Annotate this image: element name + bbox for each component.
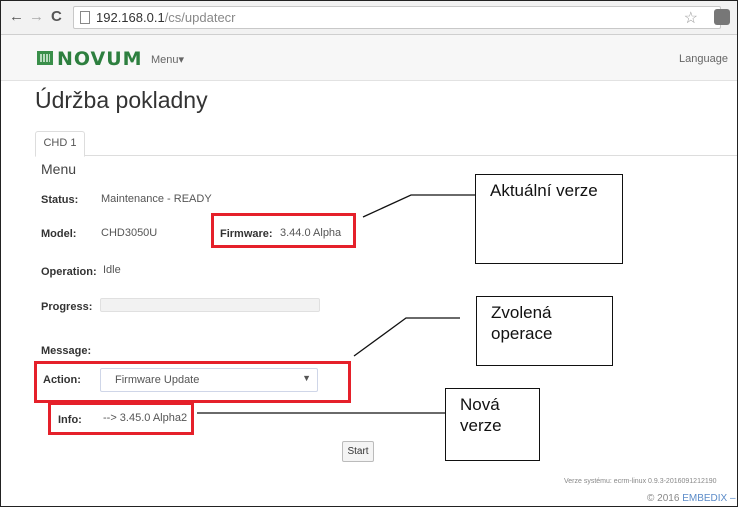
copyright-prefix: © 2016 bbox=[647, 493, 680, 504]
progress-bar bbox=[100, 298, 320, 312]
embedix-link[interactable]: EMBEDIX – bbox=[682, 493, 735, 504]
address-bar[interactable]: 192.168.0.1/cs/updatecr ☆ bbox=[73, 6, 721, 29]
callout-new-version: Nová verze bbox=[445, 388, 540, 461]
status-value: Maintenance - READY bbox=[101, 193, 212, 205]
callout-line-action bbox=[353, 317, 460, 357]
forward-arrow-icon[interactable]: → bbox=[29, 8, 44, 26]
device-tabs: CHD 1 bbox=[35, 131, 737, 157]
url-text: 192.168.0.1/cs/updatecr bbox=[96, 10, 236, 25]
system-version: Verze systému: ecrm-linux 0.9.3-20160912… bbox=[564, 478, 717, 485]
firmware-highlight-box bbox=[211, 213, 356, 248]
progress-label: Progress: bbox=[41, 301, 93, 313]
operation-value: Idle bbox=[103, 264, 121, 276]
callout-selected-operation: Zvolená operace bbox=[476, 296, 613, 366]
screenshot-frame: ← → C 192.168.0.1/cs/updatecr ☆ NOVUM Me… bbox=[0, 0, 738, 507]
message-label: Message: bbox=[41, 345, 92, 357]
page-icon bbox=[80, 11, 90, 24]
app-navbar: NOVUM Menu▾ Language bbox=[1, 35, 737, 81]
logo-icon bbox=[37, 51, 53, 65]
tab-chd1[interactable]: CHD 1 bbox=[35, 131, 85, 157]
callout-line-firmware bbox=[362, 194, 475, 218]
section-heading: Menu bbox=[41, 161, 77, 177]
model-value: CHD3050U bbox=[101, 227, 158, 239]
menu-dropdown[interactable]: Menu▾ bbox=[151, 53, 184, 66]
start-button[interactable]: Start bbox=[342, 441, 374, 462]
back-arrow-icon[interactable]: ← bbox=[9, 8, 24, 26]
url-path: /cs/updatecr bbox=[164, 10, 236, 25]
brand-name: NOVUM bbox=[57, 48, 143, 70]
status-label: Status: bbox=[41, 194, 79, 206]
star-icon[interactable]: ☆ bbox=[684, 8, 698, 28]
operation-label: Operation: bbox=[41, 266, 97, 278]
browser-toolbar: ← → C 192.168.0.1/cs/updatecr ☆ bbox=[1, 1, 737, 35]
info-highlight-box bbox=[48, 402, 194, 435]
page-title: Údržba pokladny bbox=[35, 87, 208, 113]
copyright: © 2016 EMBEDIX – bbox=[647, 493, 736, 504]
callout-current-version: Aktuální verze bbox=[475, 174, 623, 264]
action-highlight-box bbox=[34, 361, 351, 403]
extension-icon[interactable] bbox=[714, 9, 730, 25]
model-label: Model: bbox=[41, 228, 77, 240]
reload-icon[interactable]: C bbox=[51, 8, 62, 26]
url-host: 192.168.0.1 bbox=[96, 10, 165, 25]
language-menu[interactable]: Language bbox=[679, 53, 728, 65]
